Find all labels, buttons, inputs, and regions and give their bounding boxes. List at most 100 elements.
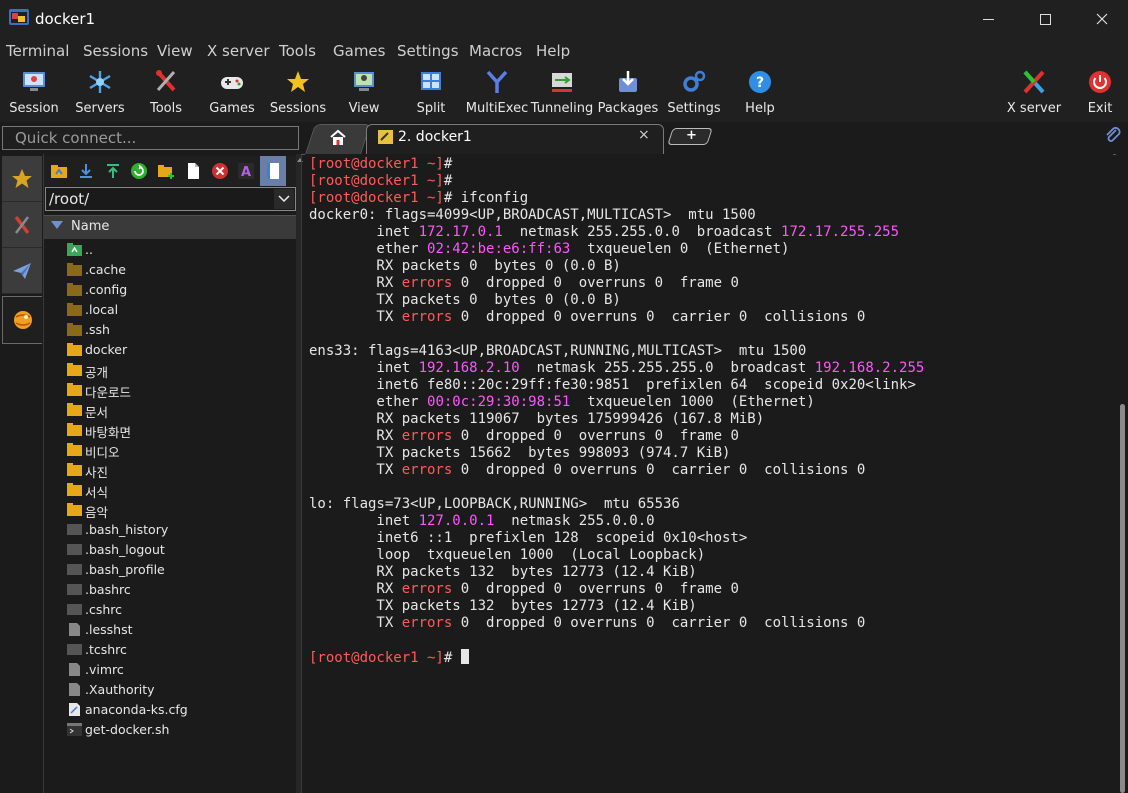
- new-folder-icon[interactable]: [157, 162, 175, 180]
- menu-sessions[interactable]: Sessions: [83, 42, 148, 60]
- paper-plane-icon: [13, 262, 31, 279]
- list-item[interactable]: 문서: [44, 400, 296, 420]
- home-icon: [330, 129, 346, 145]
- list-item[interactable]: .vimrc: [44, 660, 296, 680]
- x-server-button[interactable]: X server: [1000, 66, 1068, 120]
- menu-tools[interactable]: Tools: [279, 42, 316, 60]
- menu-terminal[interactable]: Terminal: [6, 42, 69, 60]
- upload-icon[interactable]: [104, 162, 122, 180]
- list-item[interactable]: 음악: [44, 500, 296, 520]
- tunneling-button[interactable]: Tunneling: [528, 66, 596, 120]
- settings-button[interactable]: Settings: [660, 66, 728, 120]
- maximize-icon: [1039, 13, 1051, 25]
- refresh-icon[interactable]: [130, 162, 148, 180]
- list-item[interactable]: .config: [44, 280, 296, 300]
- view-icon: [354, 72, 374, 91]
- list-item[interactable]: .bashrc: [44, 580, 296, 600]
- file-list: .. .cache .config .local .ssh docker 공개 …: [44, 240, 296, 793]
- name-column-header[interactable]: Name: [44, 215, 296, 239]
- list-item[interactable]: .local: [44, 300, 296, 320]
- terminal-text: TX packets 15662 bytes 998093 (974.7 KiB…: [309, 445, 731, 461]
- help-button[interactable]: ? Help: [726, 66, 794, 120]
- paperclip-icon[interactable]: [1104, 126, 1122, 144]
- list-item[interactable]: .cshrc: [44, 600, 296, 620]
- list-item[interactable]: docker: [44, 340, 296, 360]
- terminal-text: # ifconfig: [443, 190, 529, 206]
- follow-terminal-toggle[interactable]: [260, 156, 286, 186]
- path-input[interactable]: /root/: [45, 187, 296, 211]
- parent-folder-icon[interactable]: [50, 162, 68, 180]
- list-item[interactable]: 공개: [44, 360, 296, 380]
- tools-sidetab-icon: [14, 215, 30, 234]
- menu-bar: Terminal Sessions View X server Tools Ga…: [0, 38, 1128, 64]
- quick-connect-input[interactable]: Quick connect...: [2, 126, 299, 150]
- list-item[interactable]: 다운로드: [44, 380, 296, 400]
- terminal-text: 192.168.2.10: [418, 360, 520, 376]
- close-window-button[interactable]: [1074, 0, 1128, 38]
- menu-view[interactable]: View: [157, 42, 193, 60]
- terminal-text: RX: [309, 581, 402, 597]
- new-file-icon[interactable]: [184, 162, 202, 180]
- minimize-button[interactable]: [960, 0, 1016, 38]
- view-button[interactable]: View: [330, 66, 398, 120]
- svg-text:A: A: [241, 165, 251, 180]
- rename-icon[interactable]: A: [237, 162, 255, 180]
- list-item[interactable]: 비디오: [44, 440, 296, 460]
- split-icon: [421, 72, 441, 90]
- list-item[interactable]: .Xauthority: [44, 680, 296, 700]
- list-item[interactable]: .bash_history: [44, 520, 296, 540]
- sidetab-sftp[interactable]: [2, 296, 42, 344]
- packages-button[interactable]: Packages: [594, 66, 662, 120]
- menu-help[interactable]: Help: [536, 42, 570, 60]
- terminal-text: errors: [401, 462, 453, 478]
- games-button[interactable]: Games: [198, 66, 266, 120]
- menu-games[interactable]: Games: [333, 42, 385, 60]
- terminal-text: 0 dropped 0 overruns 0 carrier 0 collisi…: [452, 309, 866, 325]
- sidetab-sessions[interactable]: [2, 156, 42, 202]
- list-item[interactable]: .lesshst: [44, 620, 296, 640]
- list-item[interactable]: .cache: [44, 260, 296, 280]
- terminal-text: 0 dropped 0 overruns 0 frame 0: [452, 275, 739, 291]
- menu-x-server[interactable]: X server: [207, 42, 270, 60]
- exit-button[interactable]: Exit: [1066, 66, 1128, 120]
- list-item[interactable]: .bash_profile: [44, 560, 296, 580]
- sidetab-send[interactable]: [2, 248, 42, 294]
- list-item[interactable]: .ssh: [44, 320, 296, 340]
- list-item[interactable]: 바탕화면: [44, 420, 296, 440]
- download-icon[interactable]: [77, 162, 95, 180]
- terminal-text: inet: [309, 224, 419, 240]
- text-file-icon: [69, 623, 80, 636]
- terminal-text: TX packets 0 bytes 0 (0.0 B): [309, 292, 621, 308]
- terminal-text: ether: [309, 241, 428, 257]
- list-item[interactable]: ..: [44, 240, 296, 260]
- session-button[interactable]: Session: [0, 66, 68, 120]
- path-dropdown-button[interactable]: [274, 189, 294, 209]
- delete-icon[interactable]: [211, 162, 229, 180]
- sessions-button[interactable]: Sessions: [264, 66, 332, 120]
- file-icon: [67, 644, 82, 655]
- terminal-text: RX packets 119067 bytes 175999426 (167.8…: [309, 411, 765, 427]
- servers-button[interactable]: Servers: [66, 66, 134, 120]
- list-item[interactable]: 사진: [44, 460, 296, 480]
- folder-icon: [67, 283, 82, 296]
- terminal-line: TX packets 0 bytes 0 (0.0 B): [309, 292, 924, 309]
- menu-settings[interactable]: Settings: [397, 42, 459, 60]
- list-item[interactable]: .tcshrc: [44, 640, 296, 660]
- menu-macros[interactable]: Macros: [469, 42, 522, 60]
- terminal-pane[interactable]: [root@docker1 ~]# [root@docker1 ~]# [root@…: [305, 154, 1113, 793]
- maximize-button[interactable]: [1017, 0, 1073, 38]
- sessions-star-icon: [287, 71, 309, 92]
- list-item[interactable]: .bash_logout: [44, 540, 296, 560]
- tab-close-icon[interactable]: ×: [638, 127, 650, 143]
- sidetab-tools[interactable]: [2, 202, 42, 248]
- tools-button[interactable]: Tools: [132, 66, 200, 120]
- chevron-down-icon: [278, 195, 290, 203]
- terminal-scrollbar-thumb[interactable]: [1120, 404, 1125, 793]
- sort-arrow-icon: [51, 221, 63, 229]
- multiexec-button[interactable]: MultiExec: [463, 66, 531, 120]
- list-item[interactable]: get-docker.sh: [44, 720, 296, 740]
- split-button[interactable]: Split: [397, 66, 465, 120]
- list-item[interactable]: 서식: [44, 480, 296, 500]
- terminal-line: ether 00:0c:29:30:98:51 txqueuelen 1000 …: [309, 394, 924, 411]
- list-item[interactable]: anaconda-ks.cfg: [44, 700, 296, 720]
